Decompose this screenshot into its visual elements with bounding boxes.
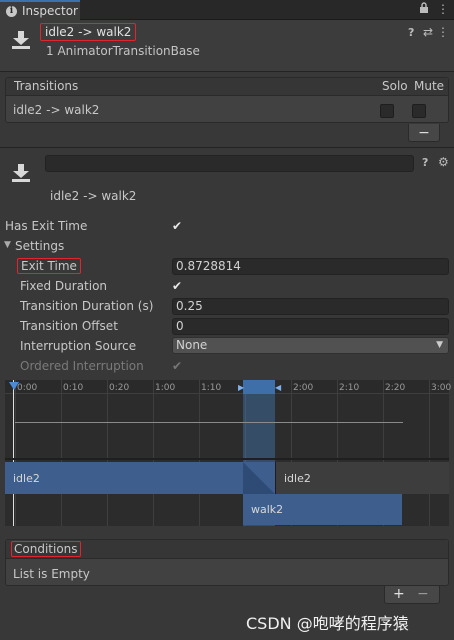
transition-duration-field[interactable]: 0.25 [172,298,449,315]
timeline-tick [199,380,200,526]
info-icon: i [6,5,17,17]
transition-name-label: idle2 -> walk2 [50,189,137,203]
timeline-tick-label: 0:20 [109,383,130,393]
transition-icon [10,29,32,51]
remove-transition-button[interactable]: − [408,124,440,142]
header-more-icon[interactable]: ⋮ [437,25,449,39]
transition-duration-label: Transition Duration (s) [20,299,154,313]
ordered-interruption-checkbox: ✔ [171,359,183,373]
divider [0,147,454,148]
transitions-header-row: Transitions Solo Mute [6,78,448,96]
more-menu-icon[interactable]: ⋮ [437,2,449,16]
timeline-separator [5,458,449,460]
solo-header: Solo [382,79,408,93]
settings-foldout-arrow-icon[interactable]: ▼ [4,240,11,250]
exit-marker-icon[interactable]: ▶ [238,383,244,392]
timeline-tick [15,380,16,526]
timeline-tick-label: 0:10 [63,383,84,393]
fixed-duration-label: Fixed Duration [20,279,108,293]
asset-settings-icon[interactable]: ⚙ [438,155,449,169]
timeline-tick-label: 2:00 [293,383,314,393]
duration-marker-icon[interactable]: ◀ [275,383,281,392]
ordered-interruption-label: Ordered Interruption [20,359,144,373]
exit-time-label: Exit Time [17,258,81,274]
interruption-source-value: None [176,338,208,352]
timeline-tick-label: 0:00 [17,383,38,393]
asset-help-icon[interactable]: ? [422,156,428,169]
dest-state-name: walk2 [251,503,284,516]
transition-name-input[interactable] [45,155,414,172]
watermark: CSDN @咆哮的程序猿 [246,614,409,633]
remove-condition-button[interactable]: − [417,586,429,602]
conditions-footer: + − [384,586,440,604]
timeline-tick-label: 1:10 [201,383,222,393]
header-title: idle2 -> walk2 [40,23,137,41]
timeline-tick [429,380,430,526]
transition-row[interactable]: idle2 -> walk2 [6,97,448,123]
timeline-tick [107,380,108,526]
exit-time-field[interactable]: 0.8728814 [172,258,449,275]
conditions-empty-text: List is Empty [13,567,90,581]
settings-label[interactable]: Settings [15,239,64,253]
source-fade-out [243,462,275,494]
transition-timeline[interactable]: 0:000:100:201:001:101:202:002:102:203:00… [5,380,452,526]
transition-row-name: idle2 -> walk2 [13,103,100,117]
mute-checkbox[interactable] [412,104,426,118]
transition-offset-field[interactable]: 0 [172,318,449,335]
transition-region-ruler [243,380,275,394]
conditions-panel: Conditions List is Empty [5,539,449,586]
tab-bar: i Inspector ⋮ [0,0,454,20]
source-state-name: idle2 [13,471,40,485]
conditions-header-row: Conditions [6,540,448,559]
timeline-tick [153,380,154,526]
preset-icon[interactable]: ⇄ [423,25,433,39]
dest-state-bar[interactable]: walk2 [243,494,402,525]
timeline-tick-label: 2:20 [385,383,406,393]
timeline-tick-label: 2:10 [339,383,360,393]
timeline-tick [61,380,62,526]
transition-asset-icon [10,162,32,184]
parameter-curve [15,422,403,423]
inspector-header: idle2 -> walk2 1 AnimatorTransitionBase … [0,20,454,72]
timeline-tick-label: 3:00 [431,383,452,393]
tab-title: Inspector [22,4,78,18]
playhead-line [13,380,14,526]
mute-header: Mute [414,79,445,93]
interruption-source-label: Interruption Source [20,339,137,353]
interruption-source-dropdown[interactable]: None ▼ [172,337,449,354]
tab-inspector[interactable]: i Inspector [0,0,80,20]
transition-offset-label: Transition Offset [20,319,118,333]
solo-checkbox[interactable] [380,104,394,118]
transitions-panel: Transitions Solo Mute idle2 -> walk2 [5,77,449,123]
transitions-header: Transitions [14,79,79,93]
playhead-marker-icon[interactable] [9,382,19,390]
fixed-duration-checkbox[interactable]: ✔ [170,279,184,293]
conditions-header: Conditions [11,541,81,557]
timeline-tick-label: 1:00 [155,383,176,393]
has-exit-time-label: Has Exit Time [5,219,88,233]
header-subtitle: 1 AnimatorTransitionBase [46,44,200,58]
add-condition-button[interactable]: + [393,586,405,602]
lock-icon[interactable] [419,2,429,17]
source-state-continue-name: idle2 [284,471,311,485]
source-state-bar: idle2 [5,462,275,494]
chevron-down-icon: ▼ [436,340,443,350]
source-state-continue-bar: idle2 [275,462,449,494]
help-icon[interactable]: ? [408,26,414,39]
has-exit-time-checkbox[interactable]: ✔ [170,219,184,233]
